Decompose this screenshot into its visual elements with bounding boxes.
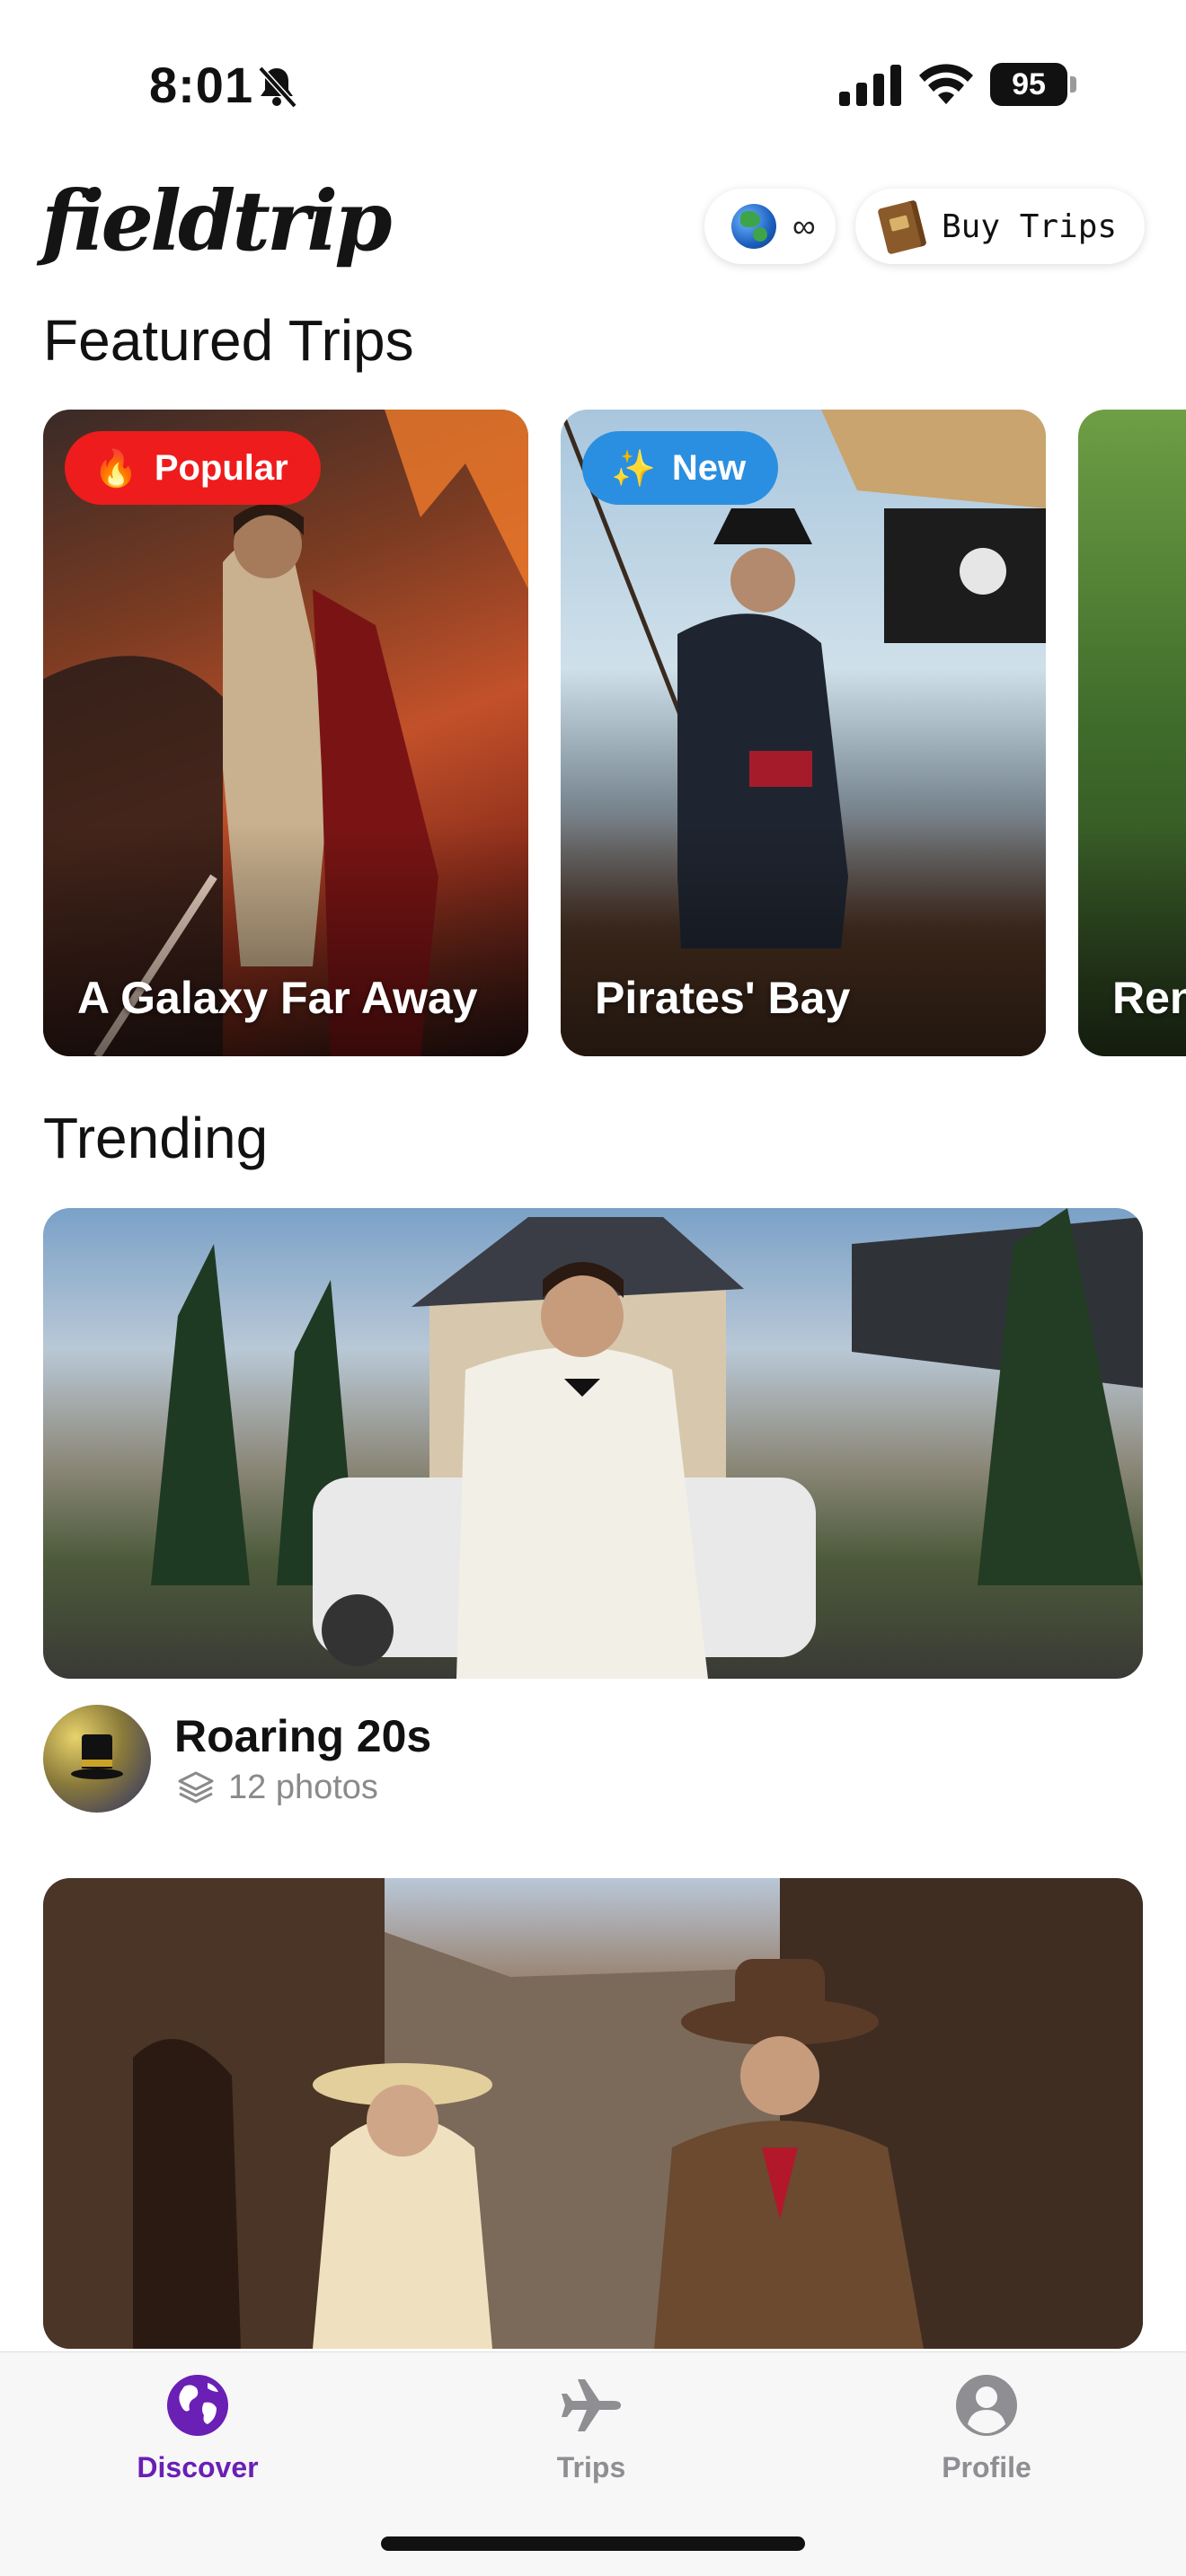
featured-card-title: A Galaxy Far Away: [77, 973, 478, 1023]
tab-label: Trips: [556, 2451, 626, 2483]
app-logo: fieldtrip: [41, 172, 393, 269]
trip-name: Roaring 20s: [174, 1711, 432, 1761]
cellular-signal-icon: [839, 65, 901, 106]
featured-card-title: Ren: [1112, 973, 1186, 1023]
status-bar: 8:01 95: [0, 0, 1186, 171]
battery-icon: 95: [990, 63, 1076, 106]
featured-carousel[interactable]: 🔥 Popular A Galaxy Far Away ✨ New Pirate…: [43, 410, 1186, 1056]
trending-image-wild-west: [43, 1878, 1143, 2349]
trending-item-roaring-20s[interactable]: Roaring 20s 12 photos: [43, 1705, 1143, 1816]
tab-label: Discover: [137, 2451, 259, 2483]
tab-discover[interactable]: Discover: [90, 2372, 305, 2507]
buy-trips-label: Buy Trips: [942, 207, 1118, 245]
badge-label: Popular: [154, 447, 288, 488]
trips-balance-value: ∞: [792, 207, 816, 244]
globe-icon: [167, 2375, 228, 2436]
wifi-icon: [919, 64, 973, 104]
layers-icon: [178, 1771, 214, 1804]
home-indicator[interactable]: [381, 2536, 805, 2551]
bell-muted-icon: [258, 66, 297, 109]
battery-level: 95: [990, 63, 1067, 106]
new-badge: ✨ New: [582, 431, 779, 505]
photo-count: 12 photos: [228, 1768, 378, 1806]
popular-badge: 🔥 Popular: [65, 431, 321, 505]
tab-profile[interactable]: Profile: [879, 2372, 1094, 2507]
trips-balance-pill[interactable]: ∞: [704, 189, 836, 264]
battery-tip: [1070, 76, 1076, 93]
trip-meta: 12 photos: [176, 1768, 378, 1807]
featured-card-pirates[interactable]: ✨ New Pirates' Bay: [561, 410, 1046, 1056]
badge-label: New: [671, 447, 747, 488]
globe-icon: [731, 204, 776, 249]
featured-card-partial[interactable]: Ren: [1078, 410, 1186, 1056]
featured-card-title: Pirates' Bay: [595, 973, 851, 1023]
trip-avatar: [43, 1705, 151, 1813]
airplane-icon: [562, 2379, 621, 2431]
top-hat-icon: [71, 1734, 123, 1783]
fire-icon: 🔥: [93, 448, 138, 489]
featured-section-title: Featured Trips: [43, 308, 414, 373]
featured-card-galaxy[interactable]: 🔥 Popular A Galaxy Far Away: [43, 410, 528, 1056]
trending-card-image[interactable]: [43, 1878, 1143, 2349]
trending-card-image[interactable]: [43, 1208, 1143, 1679]
person-icon: [956, 2375, 1017, 2436]
tab-trips[interactable]: Trips: [483, 2372, 699, 2507]
trending-section-title: Trending: [43, 1106, 269, 1170]
sparkles-icon: ✨: [611, 448, 656, 489]
trending-image-roaring-20s: [151, 1208, 1143, 1679]
buy-trips-button[interactable]: Buy Trips: [855, 189, 1145, 264]
book-icon: [877, 199, 929, 255]
status-time: 8:01: [149, 57, 254, 113]
tab-label: Profile: [942, 2451, 1031, 2483]
